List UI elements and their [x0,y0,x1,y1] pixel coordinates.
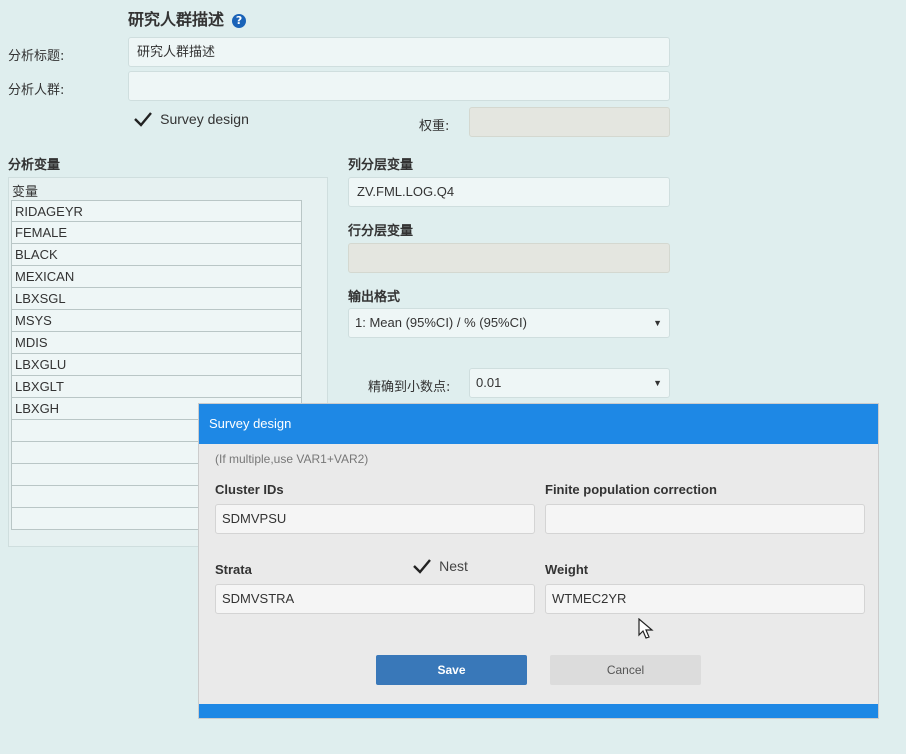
check-icon [413,559,431,574]
output-format-value: 1: Mean (95%CI) / % (95%CI) [355,315,527,330]
list-item[interactable]: MDIS [11,332,302,354]
survey-design-label: Survey design [160,111,249,127]
caret-down-icon: ▼ [653,318,662,328]
row-strata-input[interactable] [348,243,670,273]
output-format-select[interactable]: 1: Mean (95%CI) / % (95%CI) ▼ [348,308,670,338]
cluster-ids-label: Cluster IDs [215,482,284,497]
page-title: 研究人群描述? [128,6,247,30]
survey-design-checkbox-row[interactable]: Survey design [132,109,249,129]
analysis-title-label: 分析标题: [8,49,65,64]
survey-design-checkbox[interactable] [132,109,152,129]
check-icon [134,112,152,127]
modal-hint: (If multiple,use VAR1+VAR2) [215,452,369,466]
row-strata-title: 行分层变量 [348,224,414,239]
analysis-variables-title: 分析变量 [8,158,61,173]
column-strata-title: 列分层变量 [348,158,414,173]
help-icon[interactable]: ? [232,14,247,28]
list-item[interactable]: FEMALE [11,222,302,244]
list-item[interactable]: LBXGLT [11,376,302,398]
list-item[interactable]: LBXSGL [11,288,302,310]
survey-design-modal: Survey design (If multiple,use VAR1+VAR2… [198,403,879,719]
nest-label: Nest [439,558,468,574]
analysis-population-label: 分析人群: [8,83,65,98]
list-item[interactable]: BLACK [11,244,302,266]
weight-input[interactable] [469,107,670,137]
fpc-input[interactable] [545,504,865,534]
mouse-pointer-icon [638,618,654,639]
nest-checkbox-row[interactable]: Nest [411,556,468,576]
cluster-ids-input[interactable]: SDMVPSU [215,504,535,534]
list-item[interactable]: MSYS [11,310,302,332]
modal-footer [199,704,878,718]
list-item[interactable]: LBXGLU [11,354,302,376]
output-format-title: 输出格式 [348,290,401,305]
strata-input[interactable]: SDMVSTRA [215,584,535,614]
modal-weight-input[interactable]: WTMEC2YR [545,584,865,614]
list-item[interactable]: RIDAGEYR [11,200,302,222]
strata-label: Strata [215,562,252,577]
cancel-button[interactable]: Cancel [550,655,701,685]
analysis-population-input[interactable] [128,71,670,101]
save-button[interactable]: Save [376,655,527,685]
page-title-text: 研究人群描述 [128,10,225,29]
analysis-title-input[interactable]: 研究人群描述 [128,37,670,67]
nest-checkbox[interactable] [411,556,431,576]
column-strata-input[interactable]: ZV.FML.LOG.Q4 [348,177,670,207]
precision-label: 精确到小数点: [368,380,451,395]
caret-down-icon: ▼ [653,378,662,388]
list-item[interactable]: MEXICAN [11,266,302,288]
precision-value: 0.01 [476,375,502,390]
weight-label: 权重: [419,119,450,134]
modal-header: Survey design [199,404,878,444]
modal-weight-label: Weight [545,562,589,577]
precision-select[interactable]: 0.01 ▼ [469,368,670,398]
fpc-label: Finite population correction [545,482,717,497]
variables-column-header: 变量 [12,185,39,200]
